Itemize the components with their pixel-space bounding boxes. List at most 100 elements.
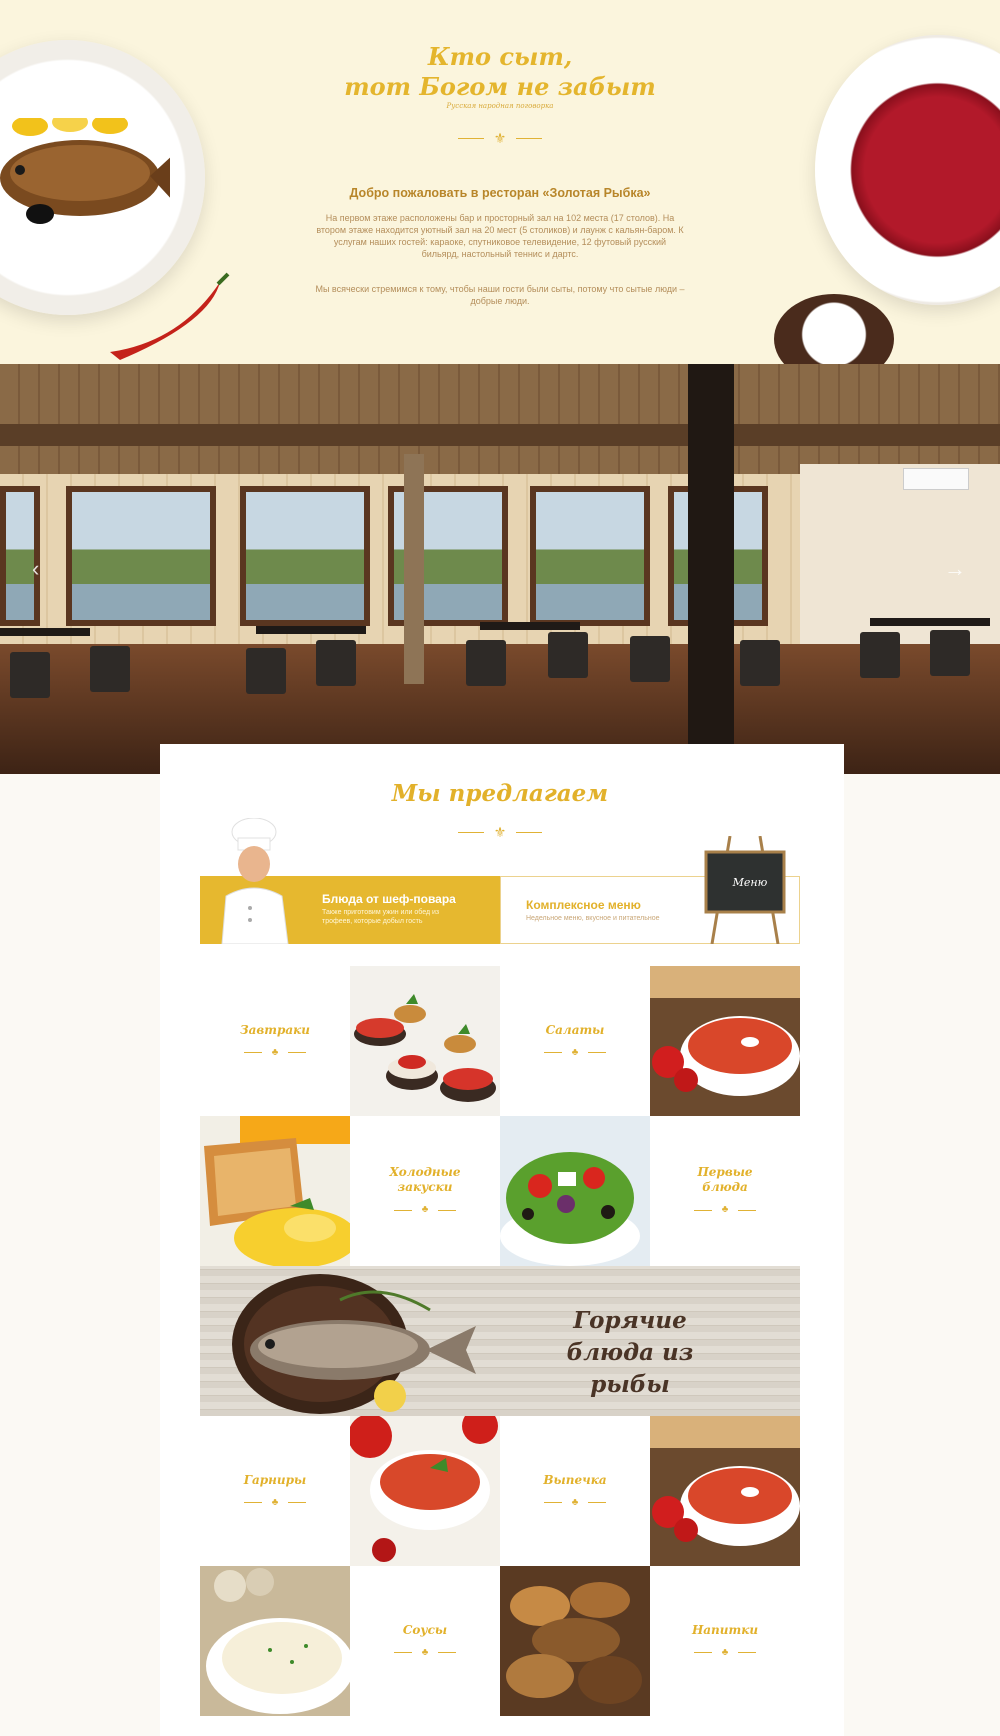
fleur-de-lis-icon: ♣	[271, 1496, 279, 1508]
hero-section: Кто сыт, тот Богом не забыт Русская наро…	[0, 0, 1000, 364]
category-label: Первые блюда	[697, 1165, 753, 1194]
wooden-column	[404, 454, 424, 684]
tomato-sauce-photo[interactable]	[350, 1416, 500, 1566]
chair	[466, 640, 506, 686]
offer-title: Мы предлагаем	[391, 780, 609, 807]
greek-salad-photo[interactable]	[500, 1116, 650, 1266]
hero-caption: Русская народная поговорка	[446, 102, 554, 110]
fleur-de-lis-icon: ♣	[721, 1204, 729, 1215]
ornament-line	[438, 1209, 457, 1211]
tile-ornament: ♣	[243, 1496, 307, 1510]
chair	[548, 632, 588, 678]
category-first-courses[interactable]: Первые блюда ♣	[650, 1116, 800, 1266]
hero-ornament: ⚜	[450, 131, 550, 145]
sour-cream-bowl-image	[774, 294, 894, 364]
ornament-line	[693, 1209, 712, 1211]
chair	[10, 652, 50, 698]
chef-image	[221, 818, 289, 944]
canapes-photo[interactable]	[350, 966, 500, 1116]
ornament-line	[543, 1052, 562, 1053]
table	[480, 622, 580, 630]
category-label: Холодные закуски	[389, 1165, 461, 1194]
welcome-text: На первом этаже расположены бар и просто…	[316, 213, 684, 259]
category-cold-appetizers[interactable]: Холодные закуски ♣	[350, 1116, 500, 1266]
hero-title-line1: Кто сыт,	[427, 42, 573, 71]
tile-ornament: ♣	[393, 1646, 457, 1660]
menu-easel-image	[704, 836, 786, 944]
fleur-de-lis-icon: ♣	[721, 1646, 729, 1658]
chair	[246, 648, 286, 694]
category-salads[interactable]: Салаты ♣	[500, 966, 650, 1116]
tile-ornament: ♣	[393, 1203, 457, 1217]
fried-fish-image	[0, 118, 170, 224]
tomato-soup-photo[interactable]	[650, 966, 800, 1116]
chair	[740, 640, 780, 686]
category-label: Завтраки	[239, 1022, 311, 1037]
chair	[90, 646, 130, 692]
category-side-dishes[interactable]: Гарниры ♣	[200, 1416, 350, 1566]
chair	[860, 632, 900, 678]
category-label: Салаты	[545, 1022, 605, 1037]
chef-dishes-subtitle: Также приготовим ужин или обед из трофее…	[322, 909, 440, 925]
fleur-de-lis-icon: ♣	[421, 1204, 429, 1215]
hot-fish-title-line2: блюда из рыбы	[566, 1339, 694, 1398]
ornament-line	[243, 1052, 262, 1053]
table	[870, 618, 990, 626]
slider-prev-icon[interactable]: ‹	[32, 556, 39, 582]
chair	[930, 630, 970, 676]
tile-ornament: ♣	[543, 1496, 607, 1510]
set-menu-title: Комплексное меню	[526, 898, 641, 912]
ornament-line	[693, 1652, 712, 1653]
ornament-line	[243, 1502, 262, 1503]
category-bakery[interactable]: Выпечка ♣	[500, 1416, 650, 1566]
category-drinks[interactable]: Напитки ♣	[650, 1566, 800, 1716]
tile-ornament: ♣	[543, 1046, 607, 1060]
category-label: Напитки	[691, 1622, 759, 1637]
tile-ornament: ♣	[243, 1046, 307, 1060]
ornament-line	[588, 1052, 607, 1053]
red-pepper-image	[110, 272, 230, 360]
mashed-potatoes-photo[interactable]	[200, 1566, 350, 1716]
chair	[630, 636, 670, 682]
fleur-de-lis-icon: ♣	[571, 1496, 579, 1508]
welcome-title: Добро пожаловать в ресторан «Золотая Рыб…	[349, 186, 651, 200]
toast-eggs-photo[interactable]	[200, 1116, 350, 1266]
window	[66, 486, 216, 626]
ceiling	[0, 364, 1000, 474]
dark-column	[688, 364, 734, 774]
category-sauces[interactable]: Соусы ♣	[350, 1566, 500, 1716]
fleur-de-lis-icon: ⚜	[493, 824, 507, 840]
bread-basket-photo[interactable]	[500, 1566, 650, 1716]
fleur-de-lis-icon: ♣	[571, 1046, 579, 1058]
borscht-plate-image	[815, 35, 1000, 305]
chair	[316, 640, 356, 686]
fleur-de-lis-icon: ⚜	[493, 130, 507, 146]
ornament-line	[738, 1209, 757, 1211]
tile-ornament: ♣	[693, 1646, 757, 1660]
set-menu-subtitle: Недельное меню, вкусное и питательное	[526, 915, 660, 922]
hot-fish-title-line1: Горячие	[573, 1307, 687, 1334]
air-conditioner	[903, 468, 969, 490]
ceiling-beam	[0, 424, 1000, 446]
table	[256, 626, 366, 634]
category-label: Соусы	[402, 1622, 448, 1637]
interior-photo-slider	[0, 364, 1000, 774]
hero-title: Кто сыт, тот Богом не забыт	[300, 42, 700, 102]
soup-bowl-photo[interactable]	[650, 1416, 800, 1566]
ornament-line	[438, 1652, 457, 1653]
offer-ornament: ⚜	[450, 825, 550, 839]
window	[530, 486, 650, 626]
ornament-line	[288, 1502, 307, 1503]
ornament-line	[516, 831, 543, 833]
category-breakfast[interactable]: Завтраки ♣	[200, 966, 350, 1116]
slider-next-icon[interactable]: →	[944, 556, 966, 582]
tile-ornament: ♣	[693, 1203, 757, 1217]
ornament-line	[516, 137, 543, 139]
easel-menu-text: Меню	[732, 876, 768, 889]
grilled-fish-image	[232, 1274, 476, 1414]
fleur-de-lis-icon: ♣	[421, 1646, 429, 1658]
fleur-de-lis-icon: ♣	[271, 1046, 279, 1058]
window	[240, 486, 370, 626]
welcome-text-2: Мы всячески стремимся к тому, чтобы наши…	[315, 284, 685, 306]
ornament-line	[393, 1209, 412, 1211]
